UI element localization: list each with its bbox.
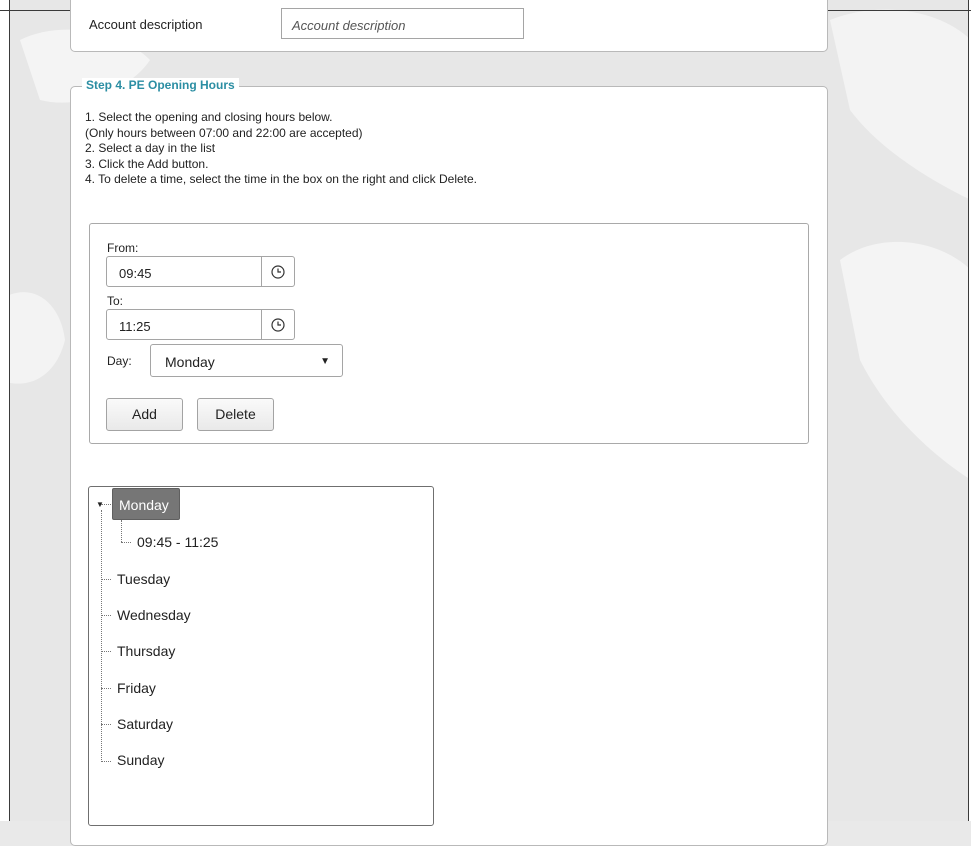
tree-node-saturday[interactable]: Saturday <box>117 716 173 732</box>
tree-node-thursday[interactable]: Thursday <box>117 643 175 659</box>
day-selected-value: Monday <box>165 354 215 370</box>
tree-node-wednesday[interactable]: Wednesday <box>117 607 191 623</box>
tree-connector <box>101 761 111 762</box>
tree-connector <box>101 651 111 652</box>
chevron-down-icon: ▼ <box>320 356 330 367</box>
tree-connector <box>101 724 111 725</box>
section-title: Step 4. PE Opening Hours <box>82 78 239 92</box>
window-left-border <box>0 0 10 821</box>
account-description-label: Account description <box>89 17 203 32</box>
delete-button[interactable]: Delete <box>197 398 274 431</box>
instruction-line: (Only hours between 07:00 and 22:00 are … <box>85 125 363 140</box>
account-panel: Account description Account description <box>70 0 828 52</box>
tree-node-monday[interactable]: Monday <box>112 488 180 520</box>
tree-connector <box>121 542 131 543</box>
instruction-line: 2. Select a day in the list <box>85 141 216 155</box>
account-description-input[interactable]: Account description <box>281 8 524 39</box>
tree-node-sunday[interactable]: Sunday <box>117 752 164 768</box>
day-select[interactable]: Monday ▼ <box>150 344 343 377</box>
tree-connector <box>101 579 111 580</box>
add-button[interactable]: Add <box>106 398 183 431</box>
tree-node-tuesday[interactable]: Tuesday <box>117 571 170 587</box>
to-time-input[interactable]: 11:25 <box>106 309 295 340</box>
from-time-input[interactable]: 09:45 <box>106 256 295 287</box>
instructions: 1. Select the opening and closing hours … <box>85 110 477 188</box>
from-label: From: <box>107 241 139 255</box>
tree-node-timeslot[interactable]: 09:45 - 11:25 <box>137 534 218 550</box>
tree-connector <box>101 504 111 505</box>
to-label: To: <box>107 294 124 308</box>
instruction-line: 1. Select the opening and closing hours … <box>85 110 333 124</box>
to-time-value: 11:25 <box>119 319 151 334</box>
clock-icon[interactable] <box>261 310 294 339</box>
instruction-line: 4. To delete a time, select the time in … <box>85 172 477 186</box>
tree-connector <box>101 688 111 689</box>
instruction-line: 3. Click the Add button. <box>85 156 209 171</box>
tree-node-friday[interactable]: Friday <box>117 680 156 696</box>
clock-icon[interactable] <box>261 257 294 286</box>
tree-connector <box>121 520 122 542</box>
from-time-value: 09:45 <box>119 266 152 281</box>
tree-connector <box>101 615 111 616</box>
day-label: Day: <box>107 354 132 368</box>
